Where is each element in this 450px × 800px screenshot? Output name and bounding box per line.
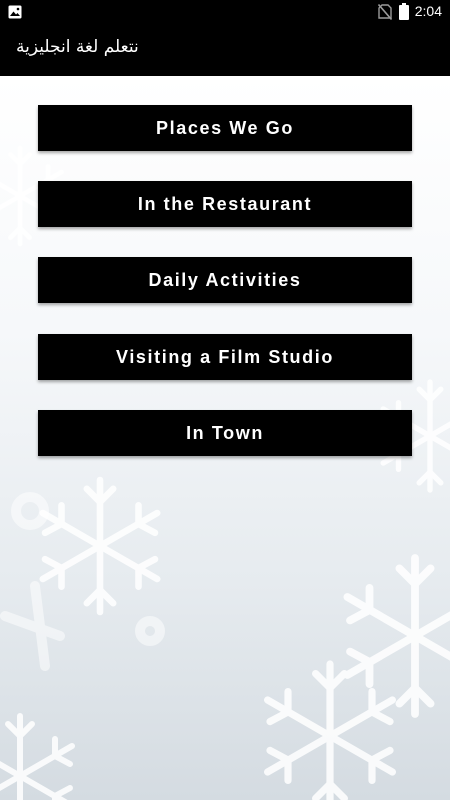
- menu-button-in-town[interactable]: In Town: [38, 410, 412, 456]
- content-area: Places We Go In the Restaurant Daily Act…: [0, 76, 450, 800]
- status-bar: 2:04: [0, 0, 450, 24]
- image-notification-icon: [8, 5, 22, 24]
- menu-button-in-the-restaurant[interactable]: In the Restaurant: [38, 181, 412, 227]
- no-sim-icon: [377, 3, 393, 25]
- battery-icon: [399, 3, 409, 25]
- menu-button-places-we-go[interactable]: Places We Go: [38, 105, 412, 151]
- app-bar: نتعلم لغة انجليزية: [0, 24, 450, 76]
- menu-button-daily-activities[interactable]: Daily Activities: [38, 257, 412, 303]
- app-title: نتعلم لغة انجليزية: [16, 37, 139, 57]
- menu-button-visiting-a-film-studio[interactable]: Visiting a Film Studio: [38, 334, 412, 380]
- status-time: 2:04: [414, 3, 442, 19]
